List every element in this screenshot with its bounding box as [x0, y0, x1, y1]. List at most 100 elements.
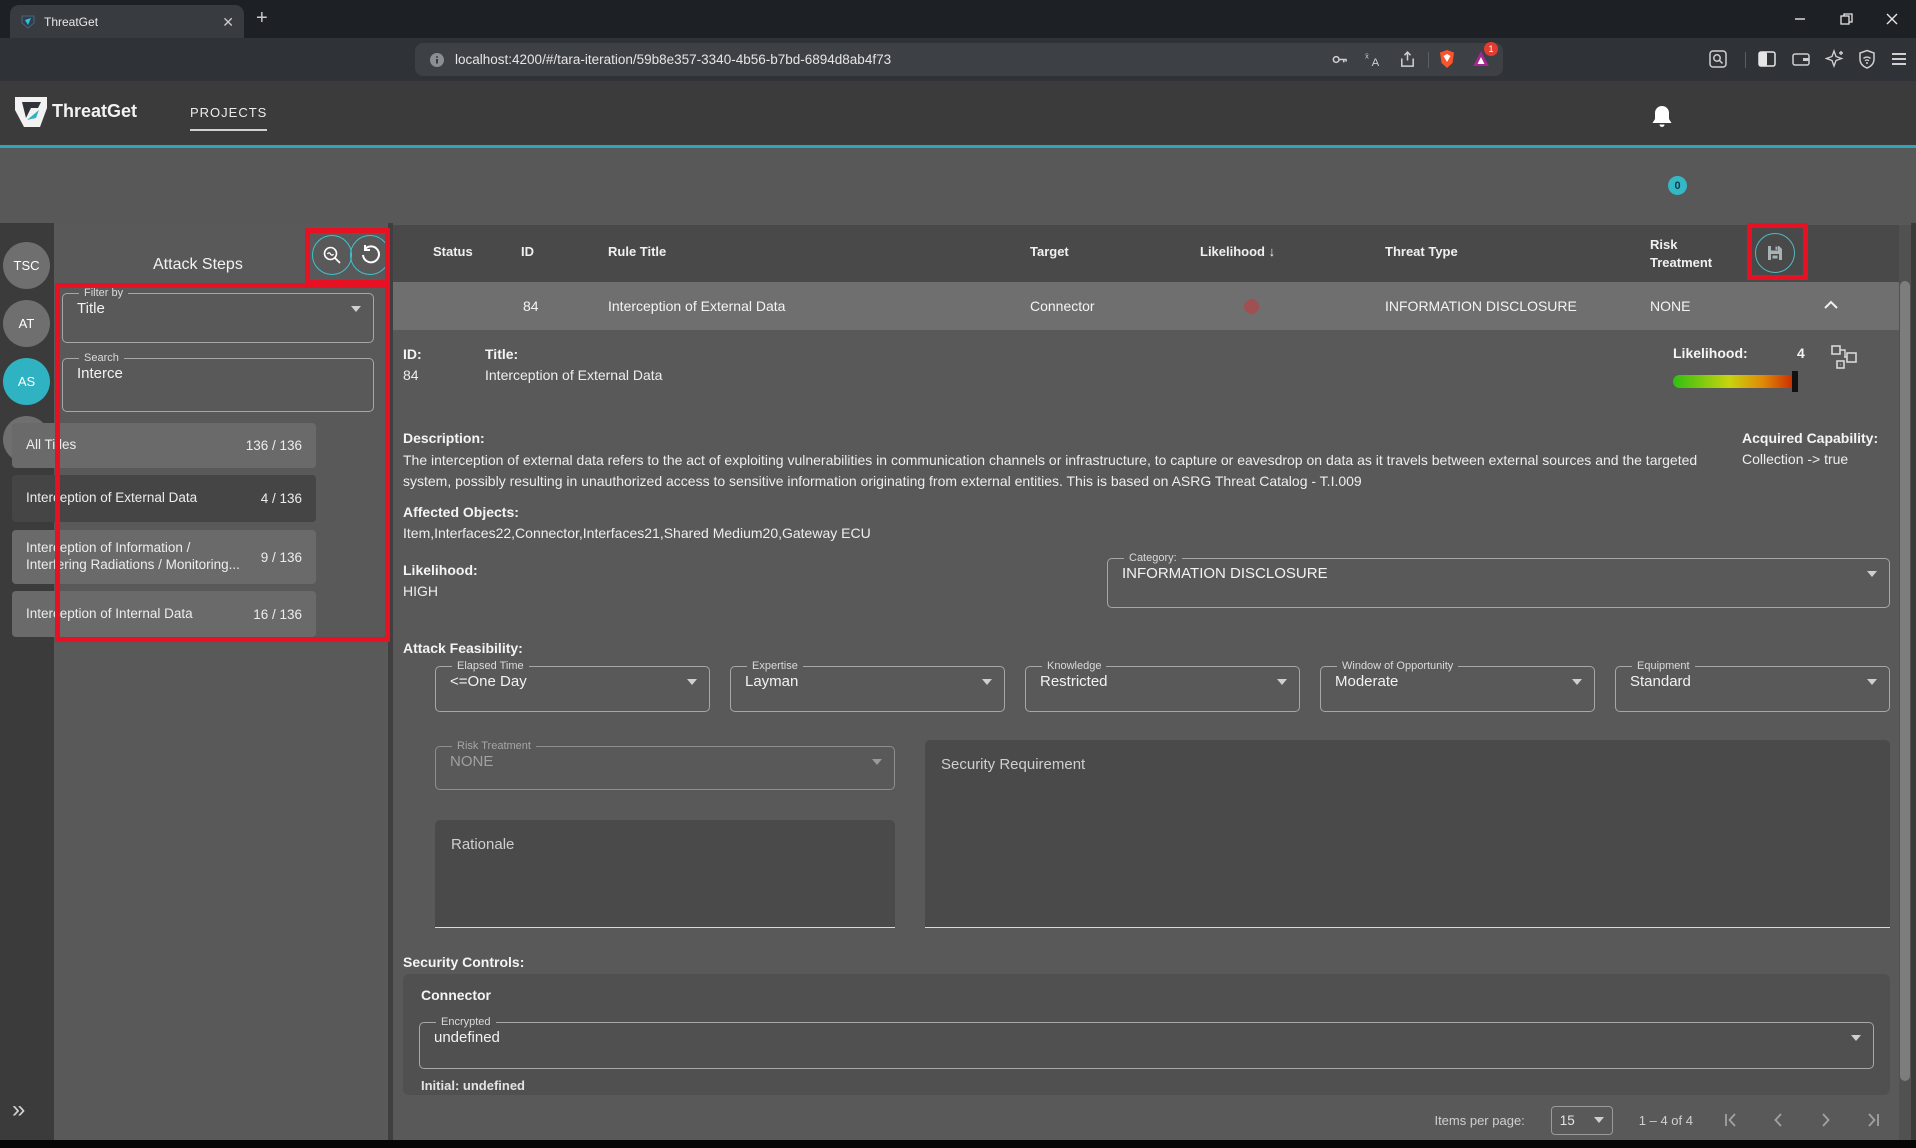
knowledge-select[interactable]: Knowledge Restricted	[1025, 660, 1300, 712]
col-target[interactable]: Target	[1030, 244, 1069, 259]
diagram-view-icon[interactable]	[1831, 343, 1858, 370]
risk-treatment-select[interactable]: Risk Treatment NONE	[435, 740, 895, 790]
browser-tab-bar: ThreatGet ✕ +	[0, 0, 1916, 38]
right-edge	[1911, 223, 1916, 1140]
affected-objects-value: Item,Interfaces22,Connector,Interfaces21…	[403, 525, 871, 541]
svg-text:x̄: x̄	[1364, 51, 1368, 60]
filter-by-value: Title	[77, 300, 105, 317]
notifications-bell-icon[interactable]	[1650, 103, 1674, 129]
likelihood-level-value: HIGH	[403, 583, 438, 599]
items-per-page-select[interactable]: 15	[1551, 1106, 1613, 1135]
list-item-all-titles[interactable]: All Titles136 / 136	[12, 423, 316, 468]
previous-page-icon[interactable]	[1767, 1109, 1789, 1131]
sidebar-toggle-icon[interactable]	[1756, 48, 1778, 70]
share-icon[interactable]	[1396, 48, 1418, 70]
chevron-down-icon	[1851, 1035, 1861, 1041]
row-risk-treatment: NONE	[1650, 298, 1690, 314]
nav-projects[interactable]: PROJECTS	[190, 105, 267, 131]
list-item-interception-external[interactable]: Interception of External Data4 / 136	[12, 475, 316, 522]
sort-desc-icon[interactable]: ↓	[1269, 244, 1276, 259]
search-input[interactable]: Search Interce	[62, 352, 374, 412]
detail-title-label: Title:	[485, 346, 518, 362]
notifications-badge: 0	[1668, 176, 1687, 195]
category-value: INFORMATION DISCLOSURE	[1122, 565, 1328, 582]
window-minimize-button[interactable]	[1786, 9, 1814, 29]
browser-menu-icon[interactable]	[1888, 48, 1910, 70]
expertise-select[interactable]: Expertise Layman	[730, 660, 1005, 712]
expand-rail-chevrons[interactable]: »	[12, 1096, 25, 1124]
next-page-icon[interactable]	[1815, 1109, 1837, 1131]
site-info-icon[interactable]	[429, 52, 445, 68]
equipment-select[interactable]: Equipment Standard	[1615, 660, 1890, 712]
rationale-textarea[interactable]: Rationale	[435, 820, 895, 928]
magnifier-wave-icon	[321, 244, 343, 266]
bottom-strip	[0, 1140, 1916, 1148]
acquired-capability-label: Acquired Capability:	[1742, 430, 1878, 446]
filter-by-label: Filter by	[79, 287, 128, 299]
detail-title-value: Interception of External Data	[485, 367, 662, 383]
category-select[interactable]: Category: INFORMATION DISCLOSURE	[1107, 552, 1890, 608]
security-controls-label: Security Controls:	[403, 954, 524, 970]
search-in-page-icon[interactable]	[1707, 48, 1729, 70]
translate-icon[interactable]: x̄A	[1362, 48, 1384, 70]
window-of-opportunity-select[interactable]: Window of Opportunity Moderate	[1320, 660, 1595, 712]
encrypted-select[interactable]: Encrypted undefined	[419, 1016, 1874, 1069]
window-restore-button[interactable]	[1832, 9, 1860, 29]
row-threat-type: INFORMATION DISCLOSURE	[1385, 298, 1577, 314]
avatar-tsc[interactable]: TSC	[3, 242, 50, 289]
svg-text:A: A	[1371, 57, 1379, 69]
app-header: ThreatGet PROJECTS 0 admin	[0, 81, 1916, 145]
security-requirement-textarea[interactable]: Security Requirement	[925, 740, 1890, 928]
password-key-icon[interactable]	[1328, 48, 1350, 70]
tab-close-icon[interactable]: ✕	[222, 15, 234, 29]
vpn-shield-icon[interactable]	[1856, 48, 1878, 70]
list-item-interception-internal[interactable]: Interception of Internal Data16 / 136	[12, 591, 316, 637]
save-floppy-icon	[1765, 243, 1785, 263]
wallet-icon[interactable]	[1790, 48, 1812, 70]
elapsed-time-select[interactable]: Elapsed Time <=One Day	[435, 660, 710, 712]
avatar-at[interactable]: AT	[3, 300, 50, 347]
leo-ai-sparkle-icon[interactable]	[1824, 48, 1846, 70]
col-risk-treatment[interactable]: Risk Treatment	[1650, 236, 1726, 271]
scrollbar-thumb[interactable]	[1900, 281, 1910, 1081]
col-id[interactable]: ID	[521, 244, 534, 259]
main-scrollbar[interactable]	[1899, 225, 1911, 1140]
collapse-row-chevron[interactable]	[1823, 299, 1839, 311]
save-button[interactable]	[1755, 233, 1795, 273]
search-settings-button[interactable]	[312, 235, 352, 275]
avatar-as[interactable]: AS	[3, 358, 50, 405]
threat-row[interactable]: 84 Interception of External Data Connect…	[393, 282, 1899, 330]
likelihood-marker	[1792, 371, 1798, 392]
window-close-button[interactable]	[1878, 9, 1906, 29]
list-item-interception-information[interactable]: Interception of Information / Interferin…	[12, 530, 316, 584]
reset-filter-button[interactable]	[350, 235, 390, 275]
browser-tab[interactable]: ThreatGet ✕	[10, 5, 244, 38]
col-rule-title[interactable]: Rule Title	[608, 244, 666, 259]
acquired-capability-value: Collection -> true	[1742, 451, 1848, 467]
favicon-shield-icon	[20, 14, 36, 30]
screen: ThreatGet ✕ + localhost:4200/#/tara-iter…	[0, 0, 1916, 1148]
likelihood-gradient-bar	[1673, 375, 1798, 388]
col-status[interactable]: Status	[433, 244, 473, 259]
col-likelihood[interactable]: Likelihood ↓	[1200, 244, 1275, 259]
chevron-down-icon	[1867, 571, 1877, 577]
attack-steps-title: Attack Steps	[153, 256, 243, 274]
analysis-main: Status ID Rule Title Target Likelihood ↓…	[393, 223, 1899, 1140]
tab-title: ThreatGet	[44, 15, 222, 29]
rewards-badge: 1	[1484, 42, 1498, 56]
chevron-down-icon	[1572, 679, 1582, 685]
description-text: The interception of external data refers…	[403, 450, 1705, 492]
new-tab-button[interactable]: +	[256, 8, 268, 28]
brand-name: ThreatGet	[52, 101, 137, 122]
brave-shield-icon[interactable]	[1436, 48, 1458, 70]
chevron-down-icon	[1594, 1117, 1604, 1123]
filter-by-select[interactable]: Filter by Title	[62, 287, 374, 343]
attack-feasibility-label: Attack Feasibility:	[403, 640, 523, 656]
likelihood-score-label: Likelihood:	[1673, 345, 1748, 361]
last-page-icon[interactable]	[1863, 1109, 1885, 1131]
items-per-page-label: Items per page:	[1434, 1113, 1524, 1128]
col-threat-type[interactable]: Threat Type	[1385, 244, 1458, 259]
chevron-down-icon	[351, 306, 361, 312]
first-page-icon[interactable]	[1719, 1109, 1741, 1131]
likelihood-dot	[1244, 299, 1259, 314]
